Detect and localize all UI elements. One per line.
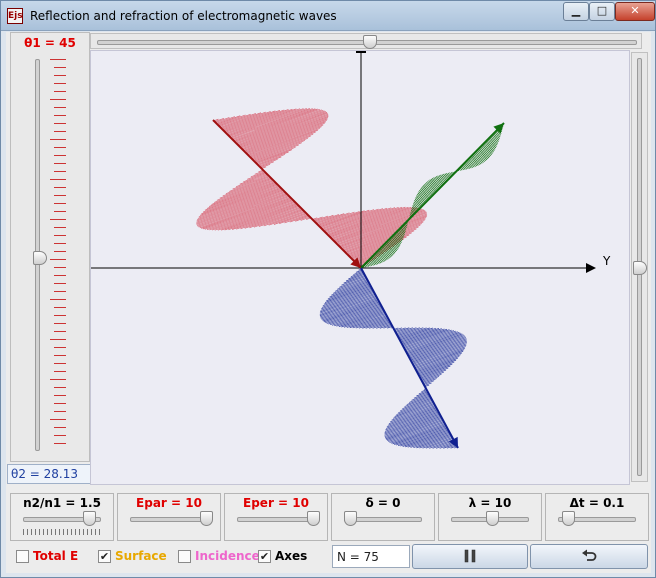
wave-plot-area: Y <box>90 50 630 485</box>
refracted-wave-hatch <box>339 277 367 288</box>
top-slider-thumb[interactable] <box>363 35 377 49</box>
reflected-wave-hatch <box>435 176 443 186</box>
n-input-field[interactable]: N = 75 <box>332 545 410 568</box>
total-e-box[interactable] <box>16 549 29 563</box>
client-area: θ1 = 45 θ2 = 28.13 Y n2/n1 = 1.5 Epar = … <box>6 32 651 573</box>
refracted-wave-hatch <box>365 319 390 329</box>
refracted-wave-hatch <box>341 311 385 328</box>
reflected-wave-hatch <box>481 145 491 158</box>
incidence-label: Incidence <box>195 549 260 563</box>
theta2-readout: θ2 = 28.13 <box>7 464 91 484</box>
window-title: Reflection and refraction of electromagn… <box>30 9 337 23</box>
lambda-label: λ = 10 <box>468 496 512 510</box>
epar-thumb[interactable] <box>200 511 213 526</box>
n-ratio-label: n2/n1 = 1.5 <box>23 496 101 510</box>
incidence-box[interactable] <box>178 549 191 563</box>
slider-box-delta: δ = 0 <box>331 493 435 541</box>
n-ratio-ticks <box>23 529 103 535</box>
refracted-wave-hatch <box>388 406 436 424</box>
reflected-wave-hatch <box>416 195 424 206</box>
reflected-wave-hatch <box>415 196 423 207</box>
undo-icon <box>582 549 597 561</box>
theta1-minor-ticks <box>54 59 66 451</box>
surface-checkbox[interactable]: ✔ Surface <box>98 549 167 563</box>
slider-box-lambda: λ = 10 <box>438 493 542 541</box>
ejs-app-icon: Ejs <box>7 8 23 24</box>
n-ratio-thumb[interactable] <box>82 511 96 526</box>
y-axis-arrow <box>586 263 596 273</box>
pause-icon <box>464 549 476 563</box>
slider-box-n-ratio: n2/n1 = 1.5 <box>10 493 114 541</box>
total-e-checkbox[interactable]: Total E <box>16 549 78 563</box>
refracted-wave-hatch <box>395 327 410 333</box>
slider-box-eper: Eper = 10 <box>224 493 328 541</box>
wave-fields <box>196 108 504 449</box>
refracted-wave-hatch <box>405 332 460 352</box>
reflected-wave-hatch <box>471 155 479 166</box>
theta1-major-ticks <box>50 59 55 451</box>
reflected-wave-hatch <box>490 136 498 146</box>
reflected-ray <box>360 122 505 269</box>
refracted-wave-hatch <box>423 378 437 384</box>
surface-label: Surface <box>115 549 167 563</box>
refracted-wave-hatch <box>425 438 453 449</box>
title-bar[interactable]: Ejs Reflection and refraction of electro… <box>1 1 655 31</box>
incidence-checkbox[interactable]: Incidence <box>178 549 260 563</box>
epar-label: Epar = 10 <box>136 496 202 510</box>
surface-box[interactable]: ✔ <box>98 549 111 563</box>
refracted-wave-hatch <box>392 424 446 445</box>
reflected-wave-hatch <box>478 148 488 161</box>
refracted-wave-hatch <box>399 327 434 341</box>
delta-label: δ = 0 <box>365 496 401 510</box>
theta1-panel: θ1 = 45 <box>10 32 90 462</box>
refracted-wave-hatch <box>419 363 453 377</box>
top-slider[interactable] <box>90 33 642 49</box>
refracted-wave-hatch <box>336 308 384 327</box>
theta1-slider-thumb[interactable] <box>33 251 47 265</box>
bottom-controls: Total E ✔ Surface Incidence ✔ Axes N = 7… <box>10 544 648 570</box>
reflected-wave-hatch <box>424 183 434 195</box>
dt-label: Δt = 0.1 <box>569 496 625 510</box>
eper-track[interactable] <box>237 517 315 522</box>
wave-plot-svg: Y <box>91 51 611 449</box>
reflected-wave-hatch <box>434 176 442 187</box>
eper-thumb[interactable] <box>307 511 320 526</box>
app-window: Ejs Reflection and refraction of electro… <box>0 0 656 578</box>
close-button[interactable]: ✕ <box>615 2 655 21</box>
delta-thumb[interactable] <box>344 511 357 526</box>
incident-wave <box>196 108 428 268</box>
refracted-wave-hatch <box>412 344 467 365</box>
reflected-wave-hatch <box>479 147 489 160</box>
reflected-wave-hatch <box>489 137 497 147</box>
axes-checkbox[interactable]: ✔ Axes <box>258 549 307 563</box>
minimize-button[interactable]: ▁ <box>563 2 589 21</box>
refracted-wave-hatch <box>406 395 431 405</box>
eper-label: Eper = 10 <box>243 496 309 510</box>
right-slider-thumb[interactable] <box>633 261 647 275</box>
reflected-wave-hatch <box>480 146 490 159</box>
axes-label: Axes <box>275 549 308 563</box>
reflected-wave-hatch <box>470 156 478 167</box>
right-slider[interactable] <box>631 52 648 482</box>
reflected-wave-hatch <box>423 184 433 196</box>
theta1-label: θ1 = 45 <box>24 36 76 50</box>
parameter-sliders: n2/n1 = 1.5 Epar = 10 Eper = 10 δ = 0 λ … <box>10 493 649 541</box>
epar-track[interactable] <box>130 517 208 522</box>
reset-button[interactable] <box>530 544 648 569</box>
pause-button[interactable] <box>412 544 528 569</box>
lambda-thumb[interactable] <box>486 511 499 526</box>
y-axis-label: Y <box>602 254 611 268</box>
reflected-wave-hatch <box>422 185 432 197</box>
dt-thumb[interactable] <box>561 511 575 526</box>
maximize-button[interactable]: □ <box>589 2 615 21</box>
total-e-label: Total E <box>33 549 79 563</box>
refracted-wave <box>319 268 467 449</box>
refracted-wave-hatch <box>391 404 435 421</box>
axes-box[interactable]: ✔ <box>258 549 271 563</box>
slider-box-epar: Epar = 10 <box>117 493 221 541</box>
refracted-wave-hatch <box>320 290 374 311</box>
slider-box-dt: Δt = 0.1 <box>545 493 649 541</box>
